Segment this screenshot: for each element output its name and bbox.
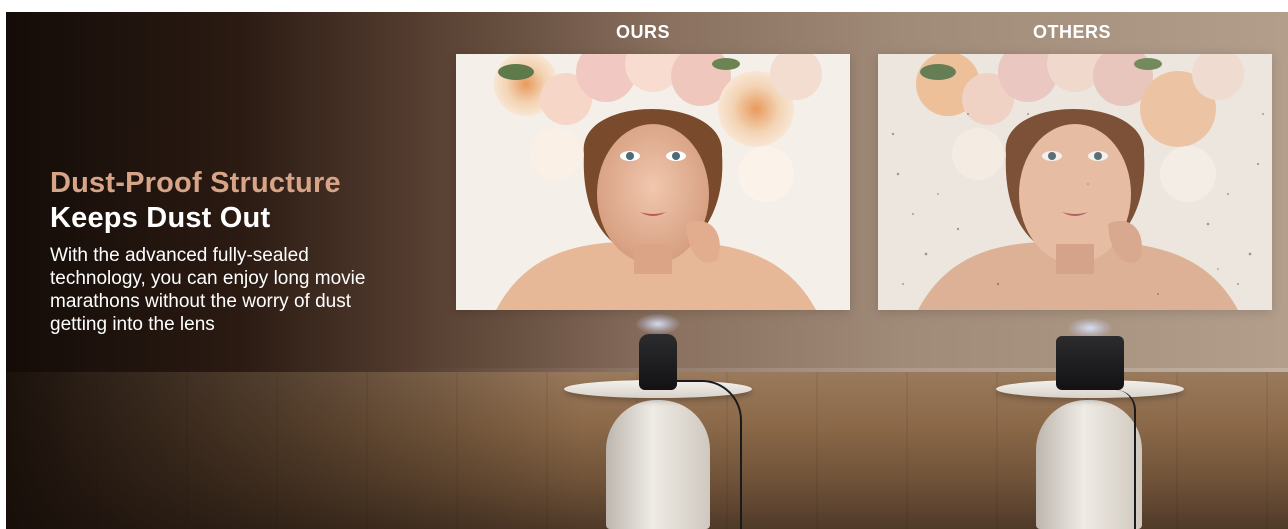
- feature-copy: Dust-Proof Structure Keeps Dust Out With…: [50, 166, 430, 336]
- headline-main: Keeps Dust Out: [50, 202, 271, 234]
- promo-banner: Dust-Proof Structure Keeps Dust Out With…: [6, 12, 1288, 529]
- label-ours: OURS: [615, 22, 670, 42]
- power-cable-others: [1114, 390, 1136, 529]
- power-cable-ours: [676, 380, 742, 529]
- headline-accent: Dust-Proof Structure: [50, 167, 341, 199]
- projector-others: [1056, 336, 1124, 390]
- projection-screen-others: [878, 54, 1272, 310]
- label-others: OTHERS: [1032, 22, 1111, 42]
- projector-ours: [639, 334, 677, 390]
- portrait-image-others: [878, 54, 1272, 310]
- feature-description: With the advanced fully-sealed technolog…: [50, 245, 366, 335]
- light-beam-others: [1068, 318, 1112, 338]
- projection-screen-ours: [456, 54, 850, 310]
- portrait-image-ours: [456, 54, 850, 310]
- light-beam-ours: [636, 314, 680, 334]
